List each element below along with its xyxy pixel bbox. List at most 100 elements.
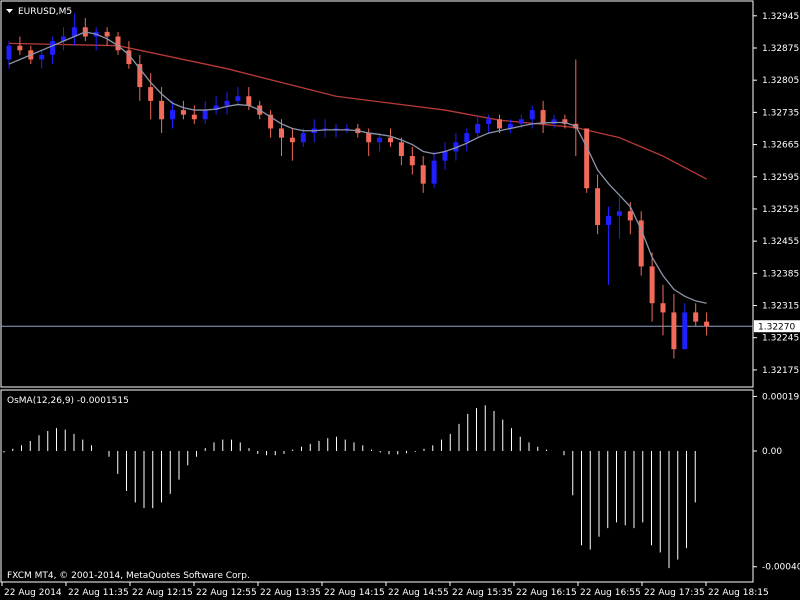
candle: [377, 133, 383, 152]
price-tick: 1.32525: [753, 205, 799, 215]
time-tick: 22 Aug 15:35: [449, 582, 513, 598]
candle-body: [595, 188, 601, 226]
candle: [191, 105, 197, 124]
osma-tick: 0.00: [753, 447, 782, 457]
candle-body: [159, 100, 165, 120]
time-tick-label: 22 Aug 13:35: [260, 588, 321, 598]
time-tick-label: 22 Aug 2014: [4, 588, 62, 598]
candle-body: [606, 215, 611, 226]
candle-body: [246, 96, 252, 106]
price-tick: 1.32875: [753, 44, 799, 54]
candle-body: [148, 87, 154, 101]
time-tick-label: 22 Aug 14:55: [388, 588, 449, 598]
candle: [224, 91, 230, 115]
price-tick-label: 1.32665: [762, 141, 799, 151]
price-tick: 1.32805: [753, 76, 799, 86]
candle: [671, 294, 677, 359]
time-tick-label: 22 Aug 12:15: [132, 588, 193, 598]
symbol-menu-icon[interactable]: [6, 9, 13, 13]
time-tick-label: 22 Aug 11:35: [68, 588, 129, 598]
candle: [213, 96, 219, 115]
candle-body: [115, 36, 121, 51]
price-tick: 1.32735: [753, 108, 799, 118]
price-tick-label: 1.32245: [762, 334, 799, 344]
candle-body: [279, 128, 284, 138]
price-pane-frame: [0, 0, 754, 388]
candle: [464, 128, 470, 152]
time-tick-label: 22 Aug 12:55: [196, 588, 257, 598]
ma-slow-line: [8, 42, 707, 180]
osma-pane-frame: [0, 389, 754, 583]
candle-body: [39, 54, 45, 60]
candle-body: [191, 114, 197, 120]
candle: [595, 174, 601, 235]
candle-body: [17, 45, 23, 51]
candle: [388, 128, 393, 147]
candle: [638, 211, 644, 276]
candle: [50, 36, 56, 65]
candle: [322, 119, 328, 138]
candle: [115, 31, 121, 55]
candle-body: [420, 165, 426, 184]
candle-body: [497, 119, 502, 129]
candle: [475, 114, 481, 138]
candle-body: [431, 160, 437, 184]
osma-pane-content: [3, 405, 696, 569]
time-tick-label: 22 Aug 15:35: [452, 588, 513, 598]
time-tick: 22 Aug 16:15: [513, 582, 577, 598]
candle: [170, 100, 175, 129]
candle: [551, 114, 557, 129]
candle: [268, 110, 274, 138]
price-tick: 1.32665: [753, 141, 799, 151]
symbol-title: EURUSD,M5: [6, 7, 72, 17]
candle-body: [442, 151, 448, 161]
candle: [442, 142, 448, 170]
candle-body: [289, 137, 295, 143]
candle: [649, 252, 655, 322]
price-tick-label: 1.32525: [762, 205, 799, 215]
candle: [398, 137, 404, 166]
time-tick: 22 Aug 17:35: [641, 582, 705, 598]
time-tick: 22 Aug 16:55: [577, 582, 641, 598]
price-tick-label: 1.32175: [762, 366, 799, 376]
osma-title: OsMA(12,26,9) -0.0001515: [7, 396, 129, 406]
candle: [71, 13, 77, 46]
candle-body: [475, 123, 481, 134]
osma-tick-label: 0.0001910: [762, 392, 800, 402]
candle: [693, 303, 699, 327]
candle-body: [627, 211, 633, 221]
candle-body: [464, 133, 470, 143]
candle-body: [170, 110, 175, 120]
osma-axis: 0.0001910 0.00 -0.0004051: [753, 392, 800, 573]
candle-body: [671, 312, 677, 350]
osma-tick: 0.0001910: [753, 392, 800, 402]
current-price-label: 1.32270: [758, 323, 795, 333]
candle: [6, 41, 12, 69]
chart-canvas: EURUSD,M5 OsMA(12,26,9) -0.0001515 FXCM …: [0, 0, 800, 598]
osma-tick-label: 0.00: [762, 447, 782, 457]
candle: [584, 128, 590, 193]
current-price-marker: 1.32270: [754, 320, 800, 333]
time-tick: 22 Aug 12:55: [193, 582, 257, 598]
candle-body: [584, 128, 590, 189]
candle: [333, 123, 339, 138]
price-tick: 1.32455: [753, 237, 799, 247]
candle: [39, 50, 45, 69]
candle: [344, 123, 350, 134]
candle-body: [137, 64, 143, 88]
candle: [93, 27, 99, 51]
price-tick: 1.32175: [753, 366, 799, 376]
candle: [17, 36, 23, 55]
price-tick-label: 1.32455: [762, 237, 799, 247]
candle-body: [409, 156, 415, 166]
candle-body: [224, 100, 230, 106]
time-tick-label: 22 Aug 16:15: [516, 588, 577, 598]
price-tick-label: 1.32875: [762, 44, 799, 54]
candle: [682, 303, 688, 350]
time-tick: 22 Aug 18:15: [705, 582, 769, 598]
price-tick: 1.32315: [753, 302, 799, 312]
osma-pane: OsMA(12,26,9) -0.0001515 FXCM MT4, © 200…: [0, 389, 754, 583]
candle: [573, 59, 579, 157]
time-tick: 22 Aug 13:35: [257, 582, 321, 598]
candle: [540, 100, 546, 134]
